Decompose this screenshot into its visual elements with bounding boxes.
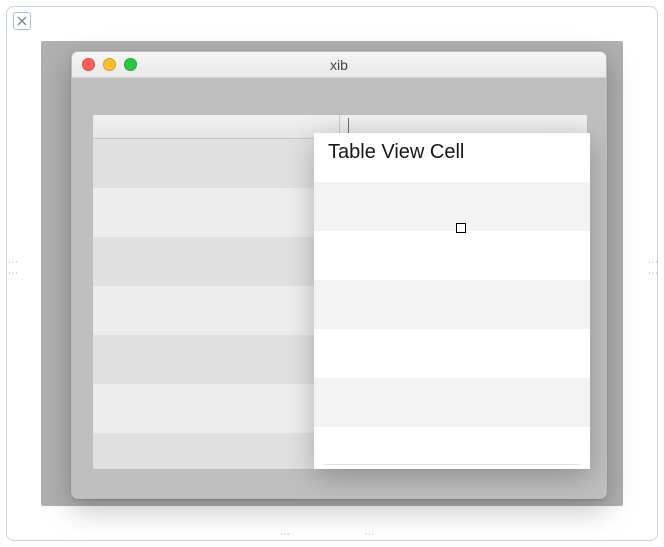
editor-outer-frame: Close ⋮⋮ ⋮⋮ ⋯ ⋯ close minimize zoom xib	[6, 6, 658, 541]
resize-handle-bottom-a[interactable]: ⋯	[280, 532, 291, 538]
overlay-row	[314, 427, 590, 469]
traffic-lights: close minimize zoom	[82, 58, 137, 71]
selection-overlay[interactable]: Table View Cell	[314, 133, 590, 469]
resize-handle-bottom-b[interactable]: ⋯	[365, 532, 376, 538]
overlay-row	[314, 280, 590, 329]
overlay-cell-label[interactable]: Table View Cell	[328, 141, 464, 164]
window-zoom-button[interactable]: zoom	[124, 58, 137, 71]
ib-canvas[interactable]: close minimize zoom xib Table View Cell …	[41, 41, 623, 506]
overlay-row	[314, 329, 590, 378]
window-minimize-button[interactable]: minimize	[103, 58, 116, 71]
overlay-row	[314, 231, 590, 280]
mac-window[interactable]: close minimize zoom xib Table View Cell …	[71, 51, 607, 499]
selection-handle[interactable]	[456, 223, 466, 233]
window-titlebar[interactable]: close minimize zoom xib	[72, 52, 606, 78]
window-title: xib	[330, 57, 348, 73]
window-content: Table View Cell Table View Cell	[72, 78, 606, 498]
resize-handle-left[interactable]: ⋮⋮	[9, 257, 15, 279]
window-close-button[interactable]: close	[82, 58, 95, 71]
close-icon	[17, 16, 27, 26]
outer-close-button[interactable]: Close	[13, 12, 31, 30]
resize-handle-right[interactable]: ⋮⋮	[649, 257, 655, 279]
overlay-bottom-border	[324, 464, 580, 465]
overlay-row	[314, 182, 590, 231]
overlay-row	[314, 378, 590, 427]
